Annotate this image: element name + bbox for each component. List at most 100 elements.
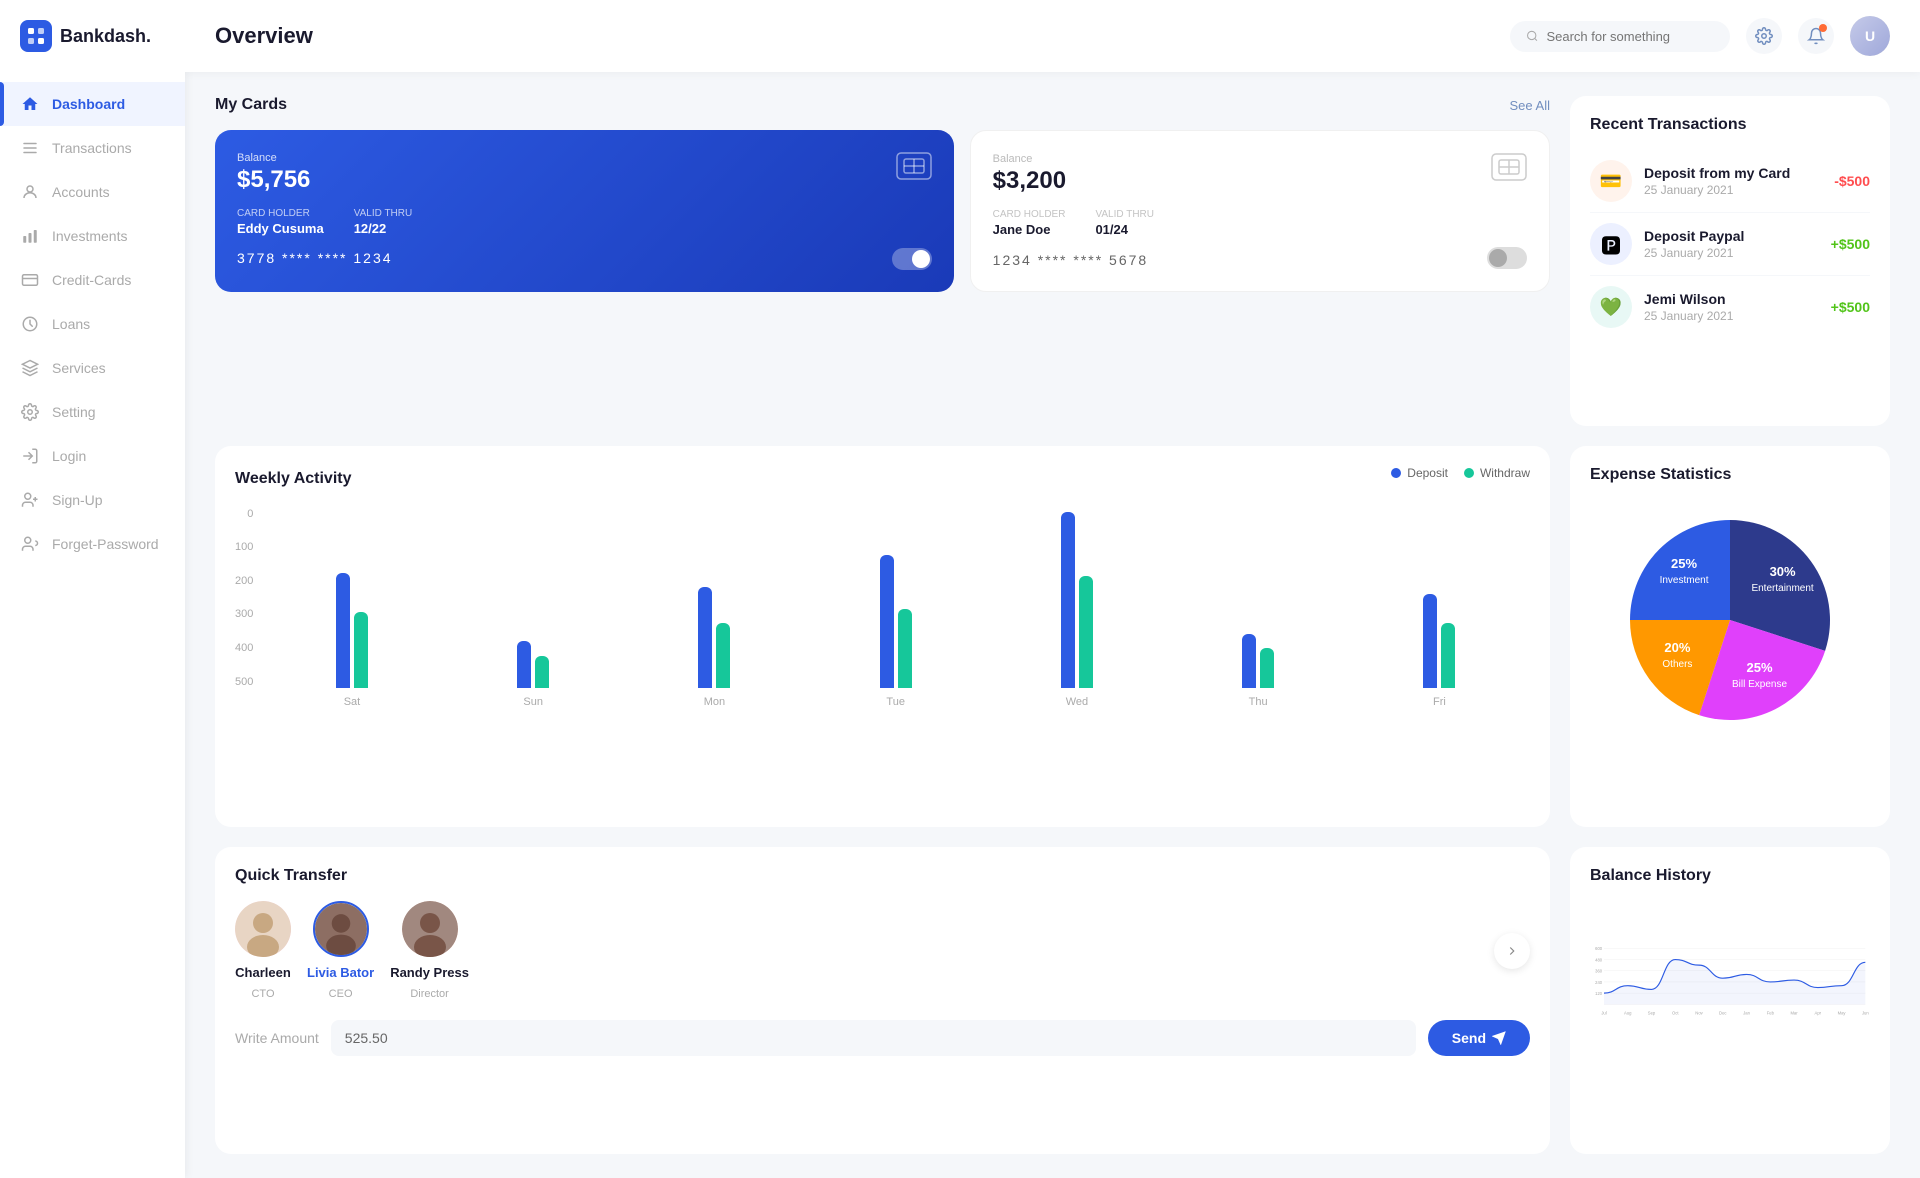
pie-pct-others: 20% <box>1664 640 1690 655</box>
bar-deposit-sun <box>517 641 531 688</box>
y-axis: 500 400 300 200 100 0 <box>235 508 261 688</box>
card1-balance-label: Balance <box>237 152 932 164</box>
sidebar: Bankdash. Dashboard Transactions Account… <box>0 0 185 1178</box>
sidebar-item-loans[interactable]: Loans <box>0 302 185 346</box>
x-label-tue: Tue <box>805 696 986 708</box>
notifications-button[interactable] <box>1798 18 1834 54</box>
bar-deposit-fri <box>1423 594 1437 688</box>
bar-deposit-wed <box>1061 512 1075 688</box>
bar-group-thu <box>1168 634 1349 688</box>
bar-withdraw-wed <box>1079 576 1093 688</box>
amount-label: Write Amount <box>235 1030 319 1046</box>
bar-deposit-sat <box>336 573 350 688</box>
sidebar-item-login[interactable]: Login <box>0 434 185 478</box>
x-label-mon: Mon <box>624 696 805 708</box>
y-label-5: 0 <box>235 508 253 520</box>
sidebar-item-services[interactable]: Services <box>0 346 185 390</box>
sidebar-label-login: Login <box>52 448 86 464</box>
transaction-item: 💳 Deposit from my Card 25 January 2021 -… <box>1590 150 1870 213</box>
x-label-sun: Sun <box>443 696 624 708</box>
forgot-icon <box>20 534 40 554</box>
card2-toggle[interactable] <box>1487 247 1527 269</box>
balance-y-label-4: 120 <box>1595 991 1603 996</box>
trans-icon-2: 💚 <box>1590 286 1632 328</box>
send-button[interactable]: Send <box>1428 1020 1530 1056</box>
next-button[interactable] <box>1494 933 1530 969</box>
cards-title: My Cards <box>215 96 287 114</box>
search-input[interactable] <box>1546 29 1714 44</box>
balance-x-label-mar: Mar <box>1790 1011 1798 1016</box>
card1-number: 3778 **** **** 1234 <box>237 250 393 266</box>
y-label-2: 300 <box>235 608 253 620</box>
person2-role: Director <box>410 988 449 1000</box>
card2-balance: $3,200 <box>993 167 1527 195</box>
bar-withdraw-fri <box>1441 623 1455 688</box>
balance-x-label-feb: Feb <box>1767 1011 1775 1016</box>
settings-button[interactable] <box>1746 18 1782 54</box>
cards-header: My Cards See All <box>215 96 1550 114</box>
page-title: Overview <box>215 23 313 49</box>
sidebar-item-investments[interactable]: Investments <box>0 214 185 258</box>
trans-icon-0: 💳 <box>1590 160 1632 202</box>
sidebar-item-dashboard[interactable]: Dashboard <box>0 82 185 126</box>
balance-x-label-nov: Nov <box>1695 1011 1703 1016</box>
notification-badge <box>1819 24 1827 32</box>
sidebar-label-credit-cards: Credit-Cards <box>52 272 131 288</box>
card2-valid: 01/24 <box>1095 222 1154 237</box>
transfer-person-2[interactable]: Randy Press Director <box>390 901 469 1000</box>
expense-header: Expense Statistics <box>1590 466 1870 484</box>
x-labels: SatSunMonTueWedThuFri <box>261 696 1530 708</box>
card1-valid-label: VALID THRU <box>354 208 413 219</box>
bar-chart <box>261 508 1530 688</box>
trans-name-1: Deposit Paypal <box>1644 228 1819 244</box>
legend-deposit: Deposit <box>1391 466 1448 480</box>
search-box[interactable] <box>1510 21 1730 52</box>
card1-details: CARD HOLDER Eddy Cusuma VALID THRU 12/22 <box>237 208 932 236</box>
sidebar-item-accounts[interactable]: Accounts <box>0 170 185 214</box>
card1-toggle[interactable] <box>892 248 932 270</box>
sidebar-item-setting[interactable]: Setting <box>0 390 185 434</box>
sidebar-item-signup[interactable]: Sign-Up <box>0 478 185 522</box>
bar-deposit-tue <box>880 555 894 688</box>
x-label-fri: Fri <box>1349 696 1530 708</box>
transfer-input-row: Write Amount Send <box>235 1020 1530 1056</box>
transaction-item: 🅿 Deposit Paypal 25 January 2021 +$500 <box>1590 213 1870 276</box>
y-label-3: 200 <box>235 575 253 587</box>
bar-group-fri <box>1349 594 1530 688</box>
home-icon <box>20 94 40 114</box>
amount-input[interactable] <box>331 1020 1416 1056</box>
pie-label-investment: Investment <box>1660 575 1709 586</box>
bar-group-tue <box>805 555 986 688</box>
trans-date-0: 25 January 2021 <box>1644 183 1822 197</box>
balance-x-label-may: May <box>1838 1011 1847 1016</box>
card2-valid-label: VALID THRU <box>1095 209 1154 220</box>
sidebar-item-forgot-password[interactable]: Forget-Password <box>0 522 185 566</box>
transfer-person-1[interactable]: Livia Bator CEO <box>307 901 374 1000</box>
balance-y-label-3: 240 <box>1595 980 1603 985</box>
cards-see-all[interactable]: See All <box>1510 98 1550 113</box>
sidebar-label-forgot: Forget-Password <box>52 536 159 552</box>
legend-withdraw: Withdraw <box>1464 466 1530 480</box>
transfer-person-0[interactable]: Charleen CTO <box>235 901 291 1000</box>
y-label-4: 100 <box>235 541 253 553</box>
avatar-charleen <box>235 901 291 957</box>
my-cards-section: My Cards See All Balance $5,756 <box>215 96 1550 426</box>
dashboard-content: My Cards See All Balance $5,756 <box>185 72 1920 1178</box>
balance-x-label-dec: Dec <box>1719 1011 1726 1016</box>
trans-info-0: Deposit from my Card 25 January 2021 <box>1644 165 1822 197</box>
sidebar-item-transactions[interactable]: Transactions <box>0 126 185 170</box>
balance-x-label-jun: Jun <box>1862 1011 1869 1016</box>
balance-x-label-sep: Sep <box>1648 1011 1656 1016</box>
y-label-0: 500 <box>235 676 253 688</box>
avatar[interactable]: U <box>1850 16 1890 56</box>
card2-balance-label: Balance <box>993 153 1527 165</box>
credit-cards-icon <box>20 270 40 290</box>
login-icon <box>20 446 40 466</box>
sidebar-item-credit-cards[interactable]: Credit-Cards <box>0 258 185 302</box>
expense-title: Expense Statistics <box>1590 466 1731 484</box>
deposit-dot <box>1391 468 1401 478</box>
transfer-title: Quick Transfer <box>235 867 347 885</box>
trans-amount-2: +$500 <box>1831 299 1870 315</box>
legend-deposit-label: Deposit <box>1407 466 1448 480</box>
trans-date-1: 25 January 2021 <box>1644 246 1819 260</box>
